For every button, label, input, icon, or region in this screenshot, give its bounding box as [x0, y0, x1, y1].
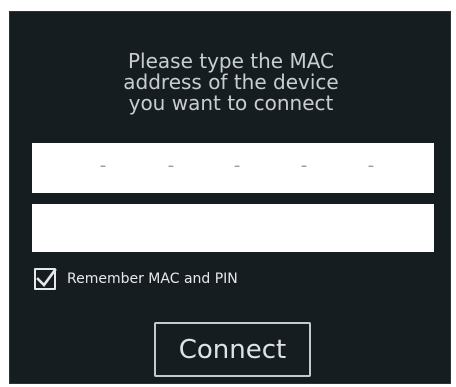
instruction-line-2: address of the device [123, 70, 339, 94]
mac-address-input[interactable]: - - - - - [32, 143, 434, 193]
mac-separator: - [367, 155, 375, 176]
mac-separator: - [167, 155, 175, 176]
remember-checkbox-row[interactable]: Remember MAC and PIN [34, 265, 238, 293]
remember-label: Remember MAC and PIN [67, 271, 238, 287]
mac-separator: - [300, 155, 308, 176]
checkmark-icon [36, 268, 57, 287]
pin-input[interactable] [32, 204, 434, 252]
mac-separator: - [233, 155, 241, 176]
connect-button[interactable]: Connect [154, 322, 311, 377]
instruction-line-1: Please type the MAC [127, 49, 335, 73]
remember-checkbox[interactable] [34, 268, 57, 290]
connect-screen: Please type the MAC address of the devic… [9, 11, 451, 384]
instruction-text: Please type the MAC address of the devic… [10, 51, 452, 114]
instruction-line-3: you want to connect [128, 91, 334, 115]
mac-separator: - [99, 155, 107, 176]
